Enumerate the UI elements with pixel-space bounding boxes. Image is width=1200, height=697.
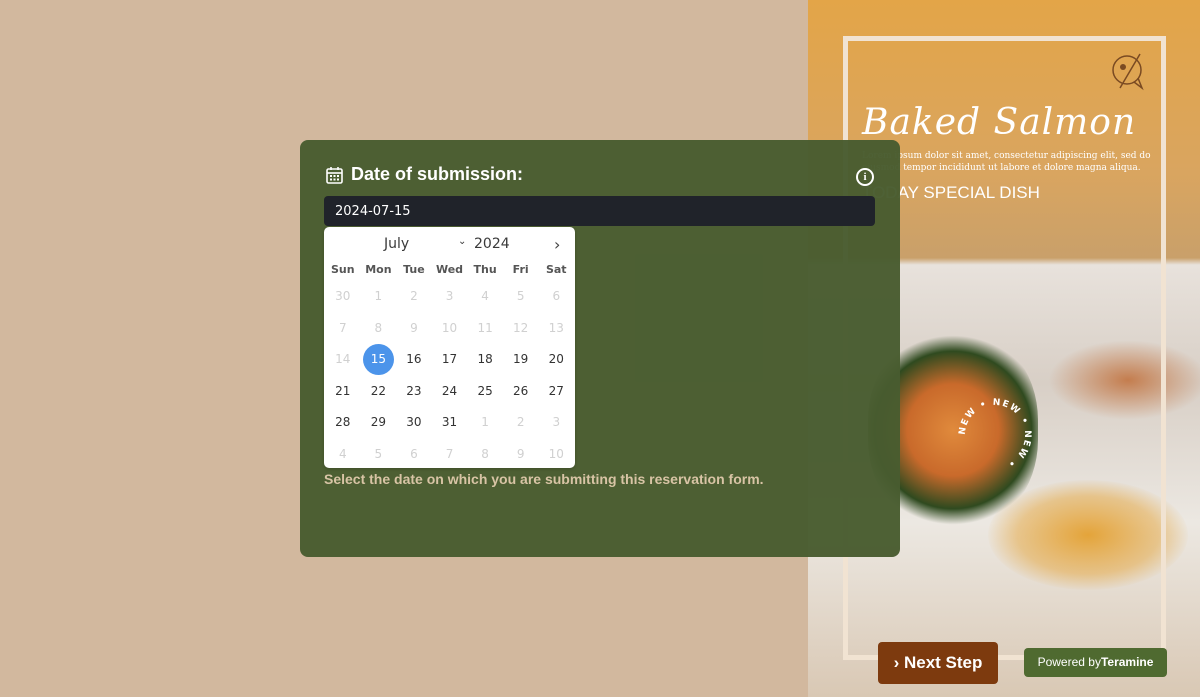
powered-prefix: Powered by: [1037, 655, 1101, 669]
calendar-day: 7: [445, 446, 454, 461]
calendar-day[interactable]: 18: [467, 344, 503, 376]
weekday-label: Sat: [545, 263, 567, 276]
calendar-day: 3: [552, 415, 561, 430]
svg-text:NEW • NEW • NEW •: NEW • NEW • NEW •: [958, 398, 1032, 469]
calendar-day: 1: [374, 289, 383, 303]
day-number: 15: [370, 352, 386, 367]
weekday-label: Fri: [512, 263, 529, 276]
calendar-day: 4: [481, 289, 489, 303]
dish-description: Lorem ipsum dolor sit amet, consectetur …: [862, 151, 1151, 173]
calendar-day[interactable]: 28: [325, 407, 361, 439]
calendar-week: 28 29 30 31 1 2 3: [324, 407, 575, 439]
calendar-day: 30: [335, 289, 351, 303]
calendar-day[interactable]: 29: [361, 407, 397, 439]
calendar-day: 12: [513, 320, 529, 335]
calendar-day[interactable]: 26: [503, 376, 539, 408]
calendar-day: 13: [548, 320, 564, 335]
calendar-day: 7: [338, 320, 347, 335]
month-select[interactable]: July: [384, 236, 409, 252]
calendar-day[interactable]: 23: [396, 376, 432, 408]
new-badge-text: NEW • NEW • NEW •: [958, 398, 1031, 469]
powered-by-badge[interactable]: Powered byTeramine: [1024, 648, 1167, 677]
date-input[interactable]: [324, 196, 875, 226]
info-icon[interactable]: i: [856, 168, 874, 186]
next-month-button[interactable]: ›: [554, 235, 560, 254]
calendar-day[interactable]: 17: [432, 344, 468, 376]
next-step-label: Next Step: [903, 653, 983, 672]
weekday-label: Wed: [435, 263, 464, 276]
calendar-week: 21 22 23 24 25 26 27: [324, 376, 575, 408]
weekday-label: Thu: [473, 263, 497, 276]
calendar-icon: [326, 166, 343, 184]
calendar-day: 5: [516, 289, 525, 303]
field-label-text: Date of submission:: [351, 164, 524, 184]
help-text: Select the date on which you are submitt…: [324, 471, 764, 487]
calendar-day: 6: [552, 289, 561, 303]
date-picker: July ⌄ 2024 › Sun Mon Tue Wed Thu Fri Sat 30 1 2…: [324, 227, 575, 468]
calendar-day: 3: [445, 289, 454, 303]
calendar-day[interactable]: 30: [396, 407, 432, 439]
calendar-day[interactable]: 24: [432, 376, 468, 408]
calendar-week: 14 15 16 17 18 19 20: [324, 344, 575, 376]
weekday-label: Mon: [365, 263, 392, 276]
calendar-day[interactable]: 20: [538, 344, 574, 376]
calendar-day[interactable]: 19: [503, 344, 539, 376]
calendar-day[interactable]: 31: [432, 407, 468, 439]
calendar-week: 7 8 9 10 11 12 13: [324, 313, 575, 345]
calendar-day: 9: [410, 320, 418, 335]
calendar-day: 10: [548, 446, 564, 461]
calendar-week: 30 1 2 3 4 5 6: [324, 281, 575, 313]
weekday-label: Sun: [330, 263, 355, 276]
calendar-day: 14: [335, 352, 351, 367]
year-input[interactable]: 2024: [474, 236, 510, 252]
dish-title: Baked Salmon: [862, 102, 1137, 143]
field-label: Date of submission:: [326, 164, 523, 185]
calendar-day[interactable]: 25: [467, 376, 503, 408]
calendar-day[interactable]: 16: [396, 344, 432, 376]
calendar-day: 2: [410, 289, 418, 303]
calendar-week: 4 5 6 7 8 9 10: [324, 439, 575, 471]
calendar-day: 8: [374, 320, 383, 335]
calendar-day: 6: [410, 446, 418, 461]
new-badge: NEW • NEW • NEW •: [958, 398, 1032, 469]
chevron-down-icon[interactable]: ⌄: [458, 236, 466, 247]
form-panel: Date of submission: i July ⌄ 2024 › SunM…: [300, 140, 900, 557]
restaurant-logo-icon: [1112, 53, 1144, 91]
next-step-button[interactable]: › Next Step: [878, 642, 998, 684]
calendar-day: 1: [481, 415, 489, 430]
calendar-day: 10: [441, 320, 458, 335]
chevron-right-icon: ›: [893, 653, 900, 672]
calendar-day[interactable]: 21: [325, 376, 361, 408]
calendar-day[interactable]: 27: [538, 376, 574, 408]
calendar-day: 5: [374, 446, 383, 461]
calendar-day: 4: [338, 446, 347, 461]
calendar-day: 9: [516, 446, 525, 461]
calendar-day: 2: [516, 415, 525, 430]
calendar-day[interactable]: 22: [361, 376, 397, 408]
day-selected[interactable]: 15: [361, 344, 397, 376]
calendar-day: 8: [481, 446, 489, 461]
weekday-label: Tue: [403, 263, 425, 276]
powered-brand: Teramine: [1100, 655, 1154, 669]
calendar-day: 11: [477, 320, 493, 335]
